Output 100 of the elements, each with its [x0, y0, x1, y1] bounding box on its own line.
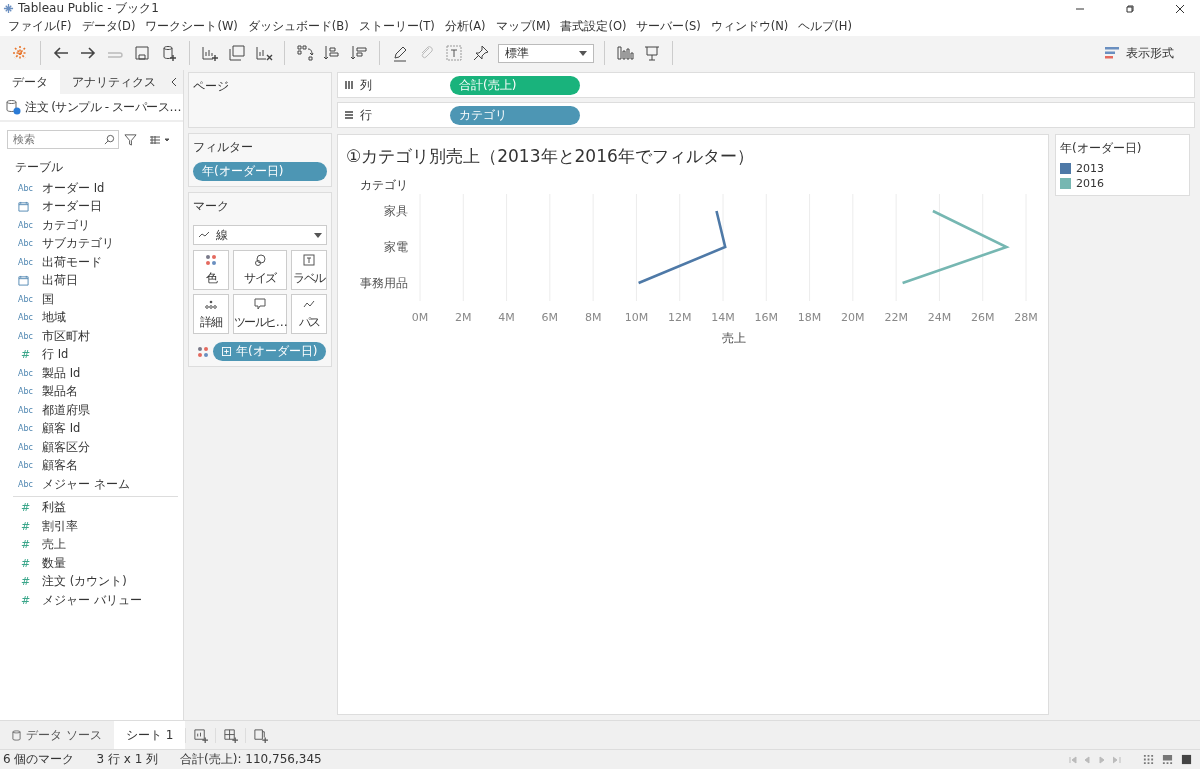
presentation-icon[interactable]	[642, 43, 662, 63]
string-type-icon: Abc	[18, 424, 34, 434]
menu-item[interactable]: マップ(M)	[490, 19, 556, 34]
restore-icon[interactable]	[1125, 3, 1135, 14]
tick-label: 4M	[498, 311, 515, 324]
tick-label: 6M	[541, 311, 559, 324]
legend-label: 2013	[1076, 162, 1104, 175]
color-dots-icon	[204, 253, 217, 266]
dimension-field[interactable]: 地域	[42, 310, 66, 326]
tick-label: 26M	[970, 311, 995, 324]
dimension-field[interactable]: オーダー Id	[42, 180, 105, 196]
status-text: 合計(売上): 110,756,345	[180, 751, 322, 768]
number-type-icon: #	[18, 348, 34, 362]
horizontal-bars-icon	[1105, 46, 1121, 60]
shelf-label: 行	[360, 106, 372, 124]
string-type-icon: Abc	[18, 461, 34, 471]
database-icon	[12, 729, 21, 741]
menu-item[interactable]: 書式設定(O)	[555, 19, 632, 34]
single-view-icon[interactable]	[1181, 754, 1192, 765]
filmstrip-view-icon[interactable]	[1162, 754, 1173, 765]
menu-item[interactable]: ヘルプ(H)	[793, 19, 857, 34]
number-type-icon: #	[18, 501, 34, 515]
menu-item[interactable]: ワークシート(W)	[140, 19, 243, 34]
dimension-field[interactable]: 顧客 Id	[42, 421, 81, 437]
tick-label: 22M	[884, 311, 908, 324]
tick-label: 0M	[411, 311, 429, 324]
swap-icon[interactable]	[295, 43, 315, 63]
mark-property-button[interactable]: ラベル	[291, 250, 327, 290]
card-title: マーク	[193, 198, 230, 215]
dimension-field[interactable]: メジャー ネーム	[42, 476, 130, 492]
menu-item[interactable]: サーバー(S)	[631, 19, 706, 34]
string-type-icon: Abc	[18, 239, 34, 249]
dimension-field[interactable]: カテゴリ	[42, 217, 90, 233]
expand-icon[interactable]	[222, 347, 231, 356]
menu-item[interactable]: 分析(A)	[439, 19, 491, 34]
card-title: フィルター	[193, 139, 254, 156]
mark-property-button[interactable]: 詳細	[193, 294, 229, 334]
dimension-field[interactable]: 国	[42, 291, 54, 307]
view-title: ①カテゴリ別売上（2013年と2016年でフィルター）	[346, 145, 755, 168]
datasource-name[interactable]: 注文 (サンプル - スーパース…	[25, 98, 181, 116]
line-mark-icon	[198, 231, 210, 239]
duplicate-icon[interactable]	[227, 43, 247, 63]
dimension-field[interactable]: 出荷モード	[42, 254, 102, 270]
text-box-icon	[303, 253, 316, 266]
status-text: 6 個のマーク	[3, 751, 75, 768]
string-type-icon: Abc	[18, 220, 34, 230]
caret-icon	[314, 232, 322, 238]
dimension-field[interactable]: 顧客名	[42, 458, 78, 474]
sheet-tab[interactable]: シート 1	[113, 721, 186, 749]
menu-item[interactable]: ウィンドウ(N)	[705, 19, 794, 34]
search-icon[interactable]	[104, 134, 115, 145]
pane-tab[interactable]: データ	[0, 69, 60, 95]
dimension-field[interactable]: 都道府県	[42, 402, 90, 418]
dimension-field[interactable]: 製品 Id	[42, 365, 81, 381]
menu-item[interactable]: ダッシュボード(B)	[242, 19, 354, 34]
close-icon[interactable]	[1175, 3, 1185, 14]
pane-tab[interactable]: アナリティクス	[60, 69, 168, 95]
string-type-icon: Abc	[18, 183, 34, 193]
measure-field[interactable]: メジャー バリュー	[42, 592, 142, 608]
mark-property-button[interactable]: ツールヒ…	[232, 294, 288, 334]
search-field[interactable]: 検索	[7, 130, 119, 149]
mark-property-button[interactable]: 色	[193, 250, 229, 290]
legend-label: 2016	[1076, 177, 1104, 190]
bar-chart-icon[interactable]	[615, 43, 635, 63]
measure-field[interactable]: 売上	[42, 537, 66, 553]
menu-item[interactable]: ファイル(F)	[3, 19, 77, 34]
dimension-field[interactable]: 顧客区分	[42, 439, 90, 455]
dimension-field[interactable]: オーダー日	[42, 199, 102, 215]
sheet-tab[interactable]: データ ソース	[0, 721, 114, 749]
tick-label: 16M	[754, 311, 779, 324]
fit-dropdown[interactable]: 標準	[498, 43, 594, 63]
dimension-field[interactable]: サブカテゴリ	[42, 236, 114, 252]
collapse-icon[interactable]	[171, 77, 177, 87]
dimension-field[interactable]: 市区町村	[42, 328, 90, 344]
measure-field[interactable]: 注文 (カウント)	[42, 574, 127, 590]
mark-type-dropdown[interactable]: 線	[193, 225, 327, 245]
menu-item[interactable]: データ(D)	[76, 19, 141, 34]
text-label-icon[interactable]	[444, 43, 464, 63]
color-dots-icon	[197, 345, 209, 358]
caret-icon	[579, 50, 587, 56]
string-type-icon: Abc	[18, 257, 34, 267]
dimension-field[interactable]: 行 Id	[42, 347, 69, 363]
tick-label: 14M	[711, 311, 735, 324]
measure-field[interactable]: 割引率	[42, 518, 78, 534]
grid-view-icon[interactable]	[1143, 754, 1154, 765]
mark-property-button[interactable]: パス	[291, 294, 327, 334]
show-me-button[interactable]: 表示形式	[1099, 43, 1180, 63]
filter-icon[interactable]	[124, 133, 137, 146]
number-type-icon: #	[18, 538, 34, 552]
row-header: カテゴリ	[360, 178, 408, 192]
section-heading: テーブル	[14, 159, 64, 176]
measure-field[interactable]: 数量	[42, 555, 66, 571]
pin-icon[interactable]	[471, 43, 491, 63]
dimension-field[interactable]: 出荷日	[42, 273, 78, 289]
mark-property-button[interactable]: サイズ	[232, 250, 288, 290]
menu-item[interactable]: ストーリー(T)	[353, 19, 440, 34]
dimension-field[interactable]: 製品名	[42, 384, 78, 400]
save-icon[interactable]	[132, 43, 152, 63]
shelf-label: 列	[360, 76, 372, 94]
measure-field[interactable]: 利益	[42, 500, 66, 516]
